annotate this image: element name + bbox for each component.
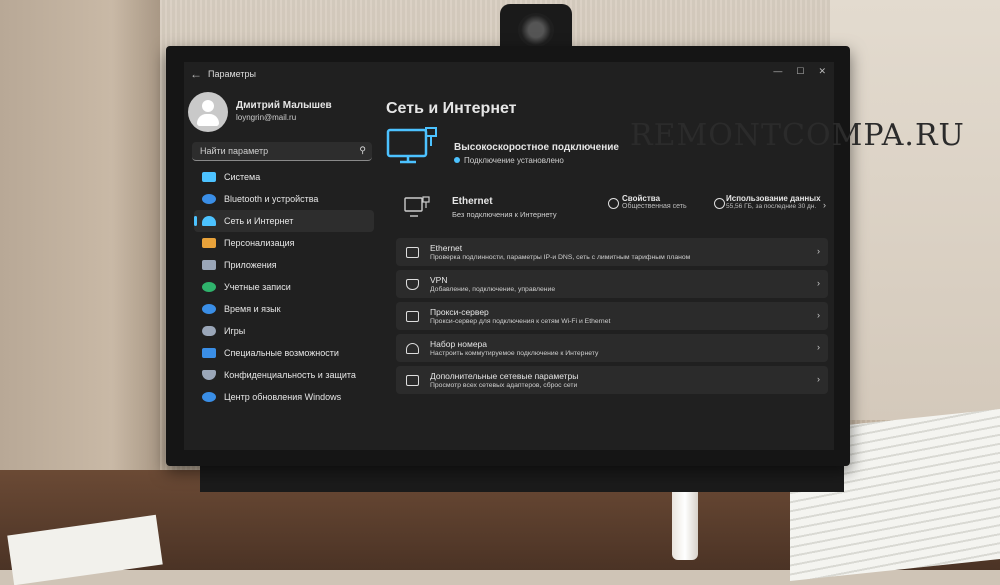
- card-proxy[interactable]: Прокси-сервер Прокси-сервер для подключе…: [396, 302, 828, 330]
- wifi-icon: [202, 216, 216, 226]
- app-title: Параметры: [208, 69, 256, 79]
- sidebar-item-accounts[interactable]: Учетные записи: [194, 276, 374, 298]
- chevron-right-icon[interactable]: ›: [823, 200, 826, 210]
- ethernet-status: Без подключения к Интернету: [452, 210, 557, 219]
- card-title: Ethernet: [430, 243, 463, 253]
- globe-icon: [202, 304, 216, 314]
- avatar[interactable]: [188, 92, 228, 132]
- properties-link[interactable]: Свойства Общественная сеть: [622, 194, 687, 210]
- sidebar-item-label: Время и язык: [224, 304, 281, 314]
- shield-icon: [202, 370, 216, 380]
- sidebar-item-label: Игры: [224, 326, 246, 336]
- sidebar-item-label: Персонализация: [224, 238, 295, 248]
- chevron-right-icon: ›: [817, 342, 820, 352]
- monitor: ← Параметры — ☐ ✕ Дмитрий Малышев loyngr…: [166, 46, 850, 466]
- monitor-chin: [200, 462, 844, 492]
- card-subtitle: Настроить коммутируемое подключение к Ин…: [430, 350, 599, 357]
- desktop-network-icon: [386, 127, 437, 164]
- search-box[interactable]: ⚲: [192, 142, 372, 161]
- sidebar-item-bluetooth[interactable]: Bluetooth и устройства: [194, 188, 374, 210]
- card-vpn[interactable]: VPN Добавление, подключение, управление …: [396, 270, 828, 298]
- user-name: Дмитрий Малышев: [236, 100, 332, 111]
- data-usage-link[interactable]: Использование данных 55,56 ГБ, за послед…: [726, 194, 821, 210]
- title-bar: ← Параметры — ☐ ✕: [184, 62, 834, 88]
- card-advanced-network[interactable]: Дополнительные сетевые параметры Просмот…: [396, 366, 828, 394]
- sidebar-item-accessibility[interactable]: Специальные возможности: [194, 342, 374, 364]
- sidebar-item-windows-update[interactable]: Центр обновления Windows: [194, 386, 374, 408]
- sidebar-item-time-language[interactable]: Время и язык: [194, 298, 374, 320]
- user-email: loyngrin@mail.ru: [236, 113, 297, 122]
- vpn-shield-icon: [406, 279, 419, 290]
- chevron-right-icon: ›: [817, 246, 820, 256]
- sidebar-item-label: Сеть и Интернет: [224, 216, 294, 226]
- brush-icon: [202, 238, 216, 248]
- data-usage-subtitle: 55,56 ГБ, за последние 30 дн.: [726, 203, 817, 210]
- sidebar-item-label: Специальные возможности: [224, 348, 339, 358]
- card-title: Дополнительные сетевые параметры: [430, 371, 579, 381]
- apps-icon: [202, 260, 216, 270]
- connection-status: Подключение установлено: [454, 156, 564, 165]
- sidebar-item-privacy[interactable]: Конфиденциальность и защита: [194, 364, 374, 386]
- sidebar-item-label: Центр обновления Windows: [224, 392, 342, 402]
- ethernet-title: Ethernet: [452, 196, 493, 207]
- connection-title: Высокоскоростное подключение: [454, 142, 619, 153]
- properties-title: Свойства: [622, 194, 661, 203]
- sidebar-item-label: Конфиденциальность и защита: [224, 370, 356, 380]
- sidebar-item-network[interactable]: Сеть и Интернет: [194, 210, 374, 232]
- window-controls: — ☐ ✕: [773, 66, 826, 77]
- accessibility-icon: [202, 348, 216, 358]
- sidebar-item-personalization[interactable]: Персонализация: [194, 232, 374, 254]
- data-usage-icon: [714, 198, 725, 209]
- sidebar-nav: Система Bluetooth и устройства Сеть и Ин…: [194, 166, 374, 408]
- connection-status-text: Подключение установлено: [464, 156, 564, 165]
- proxy-monitor-icon: [406, 311, 419, 322]
- search-input[interactable]: [198, 145, 352, 157]
- monitor-icon: [202, 172, 216, 182]
- site-watermark: REMONTCOMPA.RU: [630, 118, 965, 153]
- dialup-icon: [406, 343, 419, 354]
- card-title: Прокси-сервер: [430, 307, 489, 317]
- search-icon[interactable]: ⚲: [359, 145, 366, 156]
- webcam-lens: [518, 13, 554, 47]
- card-subtitle: Добавление, подключение, управление: [430, 286, 556, 293]
- card-title: Набор номера: [430, 339, 487, 349]
- ethernet-summary: Ethernet Без подключения к Интернету Сво…: [396, 190, 826, 226]
- card-subtitle: Просмотр всех сетевых адаптеров, сброс с…: [430, 382, 578, 389]
- chevron-right-icon: ›: [817, 278, 820, 288]
- card-subtitle: Проверка подлинности, параметры IP-и DNS…: [430, 254, 691, 261]
- sidebar-item-system[interactable]: Система: [194, 166, 374, 188]
- ethernet-monitor-icon: [404, 196, 430, 217]
- update-icon: [202, 392, 216, 402]
- data-usage-title: Использование данных: [726, 194, 821, 203]
- status-dot-icon: [454, 157, 460, 163]
- sidebar-item-gaming[interactable]: Игры: [194, 320, 374, 342]
- back-arrow-icon[interactable]: ←: [190, 67, 202, 81]
- maximize-button[interactable]: ☐: [796, 66, 804, 77]
- settings-list: Ethernet Проверка подлинности, параметры…: [396, 238, 828, 398]
- card-subtitle: Прокси-сервер для подключения к сетям Wi…: [430, 318, 611, 325]
- gamepad-icon: [202, 326, 216, 336]
- page-title: Сеть и Интернет: [386, 100, 517, 117]
- minimize-button[interactable]: —: [773, 66, 782, 77]
- ethernet-icon: [406, 247, 419, 258]
- chevron-right-icon: ›: [817, 374, 820, 384]
- network-adapter-icon: [406, 375, 419, 386]
- bluetooth-icon: [202, 194, 216, 204]
- sidebar-item-apps[interactable]: Приложения: [194, 254, 374, 276]
- close-button[interactable]: ✕: [818, 66, 826, 77]
- right-wall: [830, 0, 1000, 420]
- sidebar-item-label: Приложения: [224, 260, 277, 270]
- card-ethernet[interactable]: Ethernet Проверка подлинности, параметры…: [396, 238, 828, 266]
- sidebar-item-label: Bluetooth и устройства: [224, 194, 319, 204]
- sidebar-item-label: Учетные записи: [224, 282, 291, 292]
- chevron-right-icon: ›: [817, 310, 820, 320]
- person-icon: [202, 282, 216, 292]
- card-dialup[interactable]: Набор номера Настроить коммутируемое под…: [396, 334, 828, 362]
- card-title: VPN: [430, 275, 448, 285]
- info-icon: [608, 198, 619, 209]
- properties-subtitle: Общественная сеть: [622, 203, 687, 210]
- sidebar-item-label: Система: [224, 172, 261, 182]
